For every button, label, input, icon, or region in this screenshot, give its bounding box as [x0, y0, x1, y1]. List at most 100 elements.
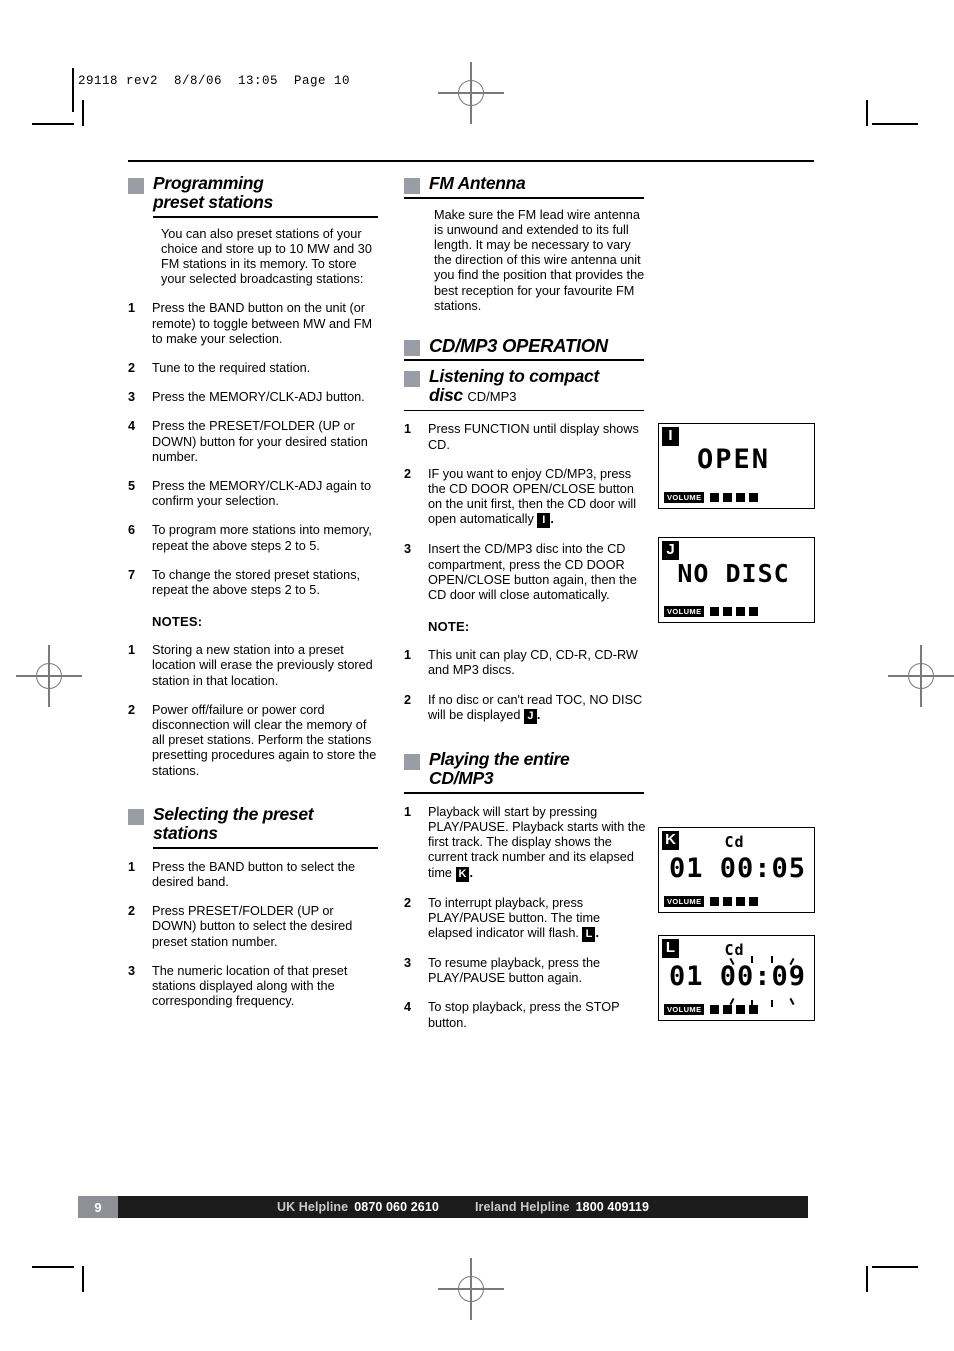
reference-marker-i: I: [537, 513, 551, 529]
reference-marker-j: J: [523, 708, 537, 724]
step-number: 2: [404, 466, 412, 481]
list-item: 2 To interrupt playback, press PLAY/PAUS…: [404, 895, 648, 943]
note-item: 2 Power off/failure or power cord discon…: [128, 703, 378, 779]
heading-bullet-square-icon: [404, 370, 420, 387]
step-text: IF you want to enjoy CD/MP3, press the C…: [428, 467, 648, 529]
step-text: To resume playback, press the PLAY/PAUSE…: [428, 956, 601, 986]
note-item: 1 This unit can play CD, CD-R, CD-RW and…: [404, 648, 648, 678]
heading-underline: [153, 215, 378, 218]
note-text: If no disc or can't read TOC, NO DISC wi…: [428, 693, 648, 724]
page-top-rule: [128, 160, 814, 162]
step-text: Press the BAND button on the unit (or re…: [152, 301, 373, 346]
registration-line-left-v: [48, 645, 50, 707]
list-item: 6 To program more stations into memory, …: [128, 523, 378, 553]
list-item: 3 Insert the CD/MP3 disc into the CD com…: [404, 542, 648, 603]
heading-underline: [404, 196, 644, 199]
note-item: 2 If no disc or can't read TOC, NO DISC …: [404, 693, 648, 724]
list-item: 1 Playback will start by pressing PLAY/P…: [404, 805, 648, 882]
uk-helpline: UK Helpline 0870 060 2610: [277, 1200, 439, 1214]
step-number: 1: [128, 301, 136, 316]
step-text: Insert the CD/MP3 disc into the CD compa…: [428, 542, 637, 603]
registration-line-top-v: [470, 62, 472, 124]
heading-bullet-square-icon: [128, 177, 144, 194]
step-number: 6: [128, 523, 136, 538]
list-item: 2 IF you want to enjoy CD/MP3, press the…: [404, 467, 648, 529]
crop-mark-bottom-right-v: [866, 1266, 868, 1292]
heading-line2: disc: [429, 385, 463, 406]
step-number: 1: [404, 804, 412, 819]
heading-bullet-square-icon: [128, 808, 144, 825]
registration-line-right-v: [920, 645, 922, 707]
heading-selecting-preset-stations: Selecting the preset stations: [128, 803, 378, 849]
heading-line2: preset stations: [153, 192, 273, 212]
step-number: 3: [404, 542, 412, 557]
note-number: 2: [404, 692, 412, 707]
note-text: This unit can play CD, CD-R, CD-RW and M…: [428, 648, 638, 678]
heading-listening-to-compact-disc: Listening to compact disc CD/MP3: [404, 366, 804, 412]
list-item: 4 To stop playback, press the STOP butto…: [404, 1000, 648, 1030]
step-number: 1: [128, 859, 136, 874]
heading-cd-mp3-operation: CD/MP3 OPERATION: [404, 335, 804, 361]
heading-subtext: CD/MP3: [467, 389, 517, 405]
heading-fm-antenna: FM Antenna: [404, 172, 804, 199]
page-number: 9: [78, 1196, 118, 1218]
left-column: Programming preset stations You can also…: [128, 173, 378, 1031]
heading-line2: CD/MP3: [429, 768, 494, 789]
panel-tag-j: J: [662, 541, 679, 560]
step-text: To interrupt playback, press PLAY/PAUSE …: [428, 895, 648, 943]
step-text: Press the BAND button to select the desi…: [152, 859, 356, 889]
list-item: 7 To change the stored preset stations, …: [128, 568, 378, 598]
volume-badge: VOLUME: [664, 606, 705, 617]
list-item: 1 Press the BAND button on the unit (or …: [128, 301, 378, 347]
flash-indicator-icon: [729, 956, 809, 1007]
heading-underline: [153, 846, 378, 849]
ireland-helpline-label: Ireland Helpline: [474, 1200, 570, 1214]
step-number: 3: [404, 956, 412, 971]
heading-bullet-square-icon: [404, 339, 420, 356]
list-item: 3 Press the MEMORY/CLK-ADJ button.: [128, 390, 378, 405]
step-text: Playback will start by pressing PLAY/PAU…: [428, 805, 648, 882]
panel-tag-i: I: [662, 427, 679, 446]
lcd-source-label: Cd: [724, 941, 745, 959]
list-item: 3 The numeric location of that preset st…: [128, 964, 378, 1010]
ireland-helpline: Ireland Helpline 1800 409119: [475, 1200, 649, 1214]
heading-text: FM Antenna: [429, 172, 526, 193]
list-item: 3 To resume playback, press the PLAY/PAU…: [404, 956, 648, 986]
step-number: 2: [128, 360, 136, 375]
step-text: Tune to the required station.: [152, 360, 311, 375]
note-text-after: .: [536, 707, 541, 722]
step-number: 7: [128, 567, 136, 582]
print-slug: 29118 rev2 8/8/06 13:05 Page 10: [78, 74, 351, 88]
note-text: Power off/failure or power cord disconne…: [152, 702, 377, 778]
ireland-helpline-number: 1800 409119: [575, 1200, 650, 1214]
step-text: To program more stations into memory, re…: [152, 523, 372, 553]
step-text: The numeric location of that preset stat…: [152, 963, 348, 1009]
step-number: 4: [404, 1000, 412, 1015]
notes-label: NOTES:: [152, 614, 203, 630]
helpline-bar: UK Helpline 0870 060 2610 Ireland Helpli…: [118, 1196, 808, 1218]
crop-mark-top-left-h: [32, 123, 74, 125]
heading-underline: [404, 358, 644, 361]
crop-mark-top-right-v: [866, 100, 868, 126]
step-text: Press FUNCTION until display shows CD.: [428, 422, 639, 452]
heading-playing-entire-cd-mp3: Playing the entire CD/MP3: [404, 749, 804, 794]
list-item: 2 Press PRESET/FOLDER (UP or DOWN) butto…: [128, 904, 378, 950]
step-number: 1: [404, 422, 412, 437]
volume-bars-icon: [710, 897, 759, 906]
intro-paragraph: You can also preset stations of your cho…: [161, 226, 372, 287]
heading-line1: Selecting the preset: [153, 803, 314, 824]
heading-line2: stations: [153, 823, 218, 844]
step-number: 5: [128, 478, 136, 493]
crop-mark-bottom-left-v: [82, 1266, 84, 1292]
volume-bars-icon: [710, 1005, 759, 1014]
step-number: 4: [128, 419, 136, 434]
lcd-volume-row: VOLUME: [664, 492, 759, 503]
crop-mark-bottom-right-h: [872, 1266, 918, 1268]
note-text: Storing a new station into a preset loca…: [152, 643, 373, 688]
step-text: To change the stored preset stations, re…: [152, 567, 361, 597]
note-number: 1: [404, 648, 412, 663]
crop-mark-top-left-v: [82, 100, 84, 126]
step-text-before: To interrupt playback, press PLAY/PAUSE …: [428, 895, 601, 941]
step-text-after: .: [469, 865, 473, 880]
step-text-before: IF you want to enjoy CD/MP3, press the C…: [428, 466, 637, 527]
